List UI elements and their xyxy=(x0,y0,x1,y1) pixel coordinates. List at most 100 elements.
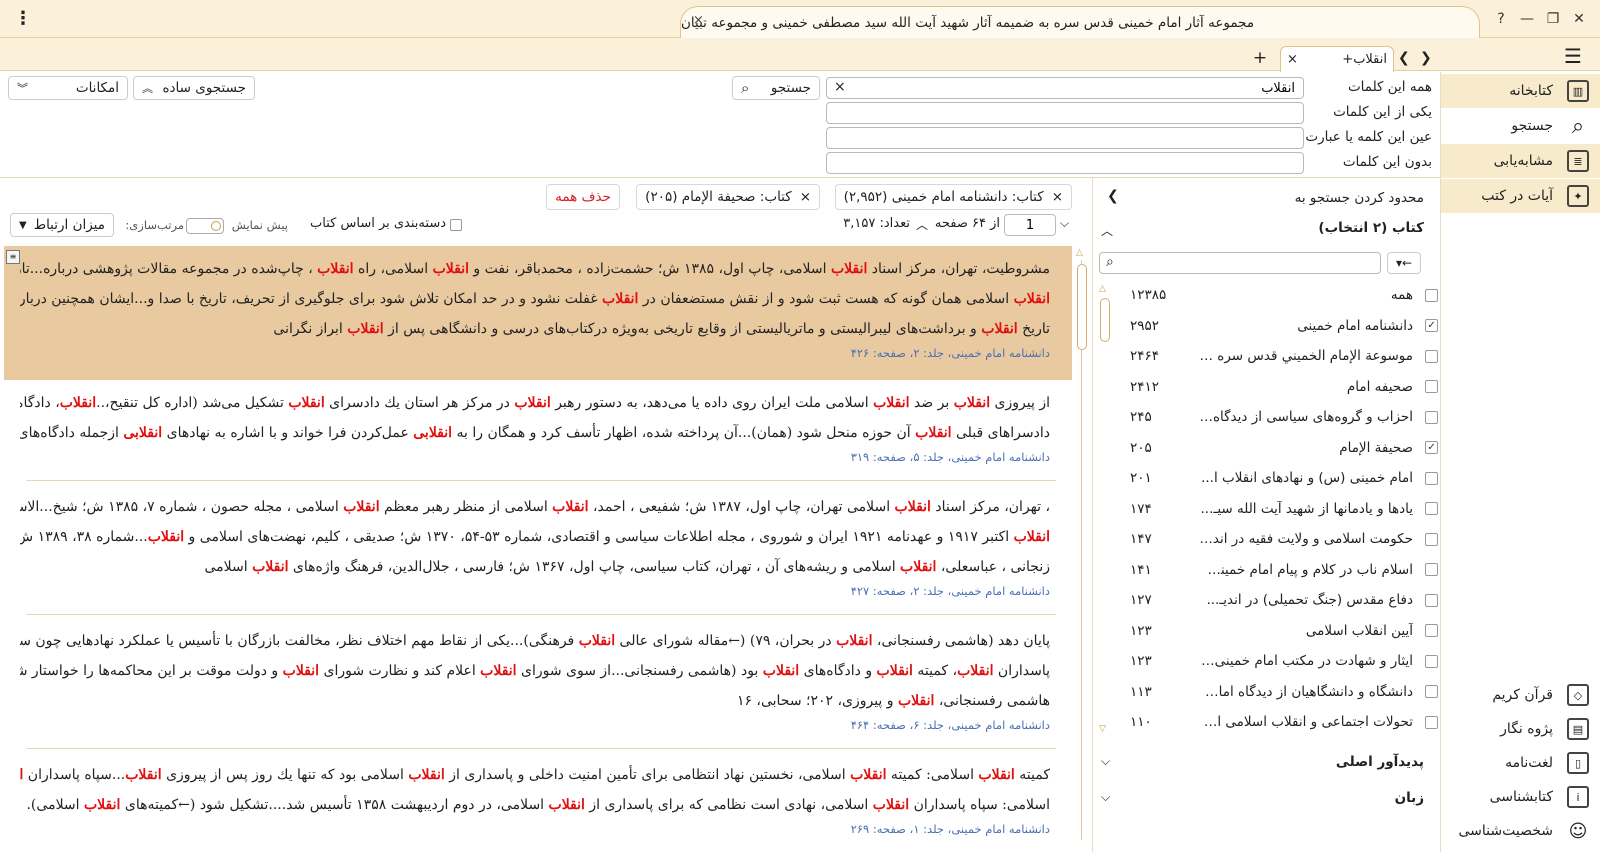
section-expand-icon[interactable]: ⌵ xyxy=(1101,790,1110,805)
options-button[interactable]: ︾ امکانات xyxy=(8,76,128,100)
language-section-title: زبان xyxy=(1394,790,1424,806)
filter-chip-book[interactable]: × کتاب: صحیفة الإمام (۲۰۵) xyxy=(636,184,820,210)
book-filter-checkbox[interactable] xyxy=(1425,532,1438,546)
book-filter-checkbox[interactable] xyxy=(1425,654,1438,668)
sidebar-item-quran[interactable]: قرآن کریم ◇ xyxy=(1441,678,1600,712)
search-button[interactable]: ⌕ جستجو xyxy=(732,76,820,100)
result-source-link[interactable]: دانشنامه امام خمینی، جلد: ۶، صفحه: ۴۶۴ xyxy=(20,716,1050,734)
scroll-up-icon[interactable]: △ xyxy=(1076,248,1083,258)
book-filter-row[interactable]: آیین انقلاب اسلامی ۱۲۳ xyxy=(1108,616,1438,646)
book-filter-checkbox[interactable] xyxy=(1425,502,1438,515)
collapse-panel-icon[interactable]: ❯ xyxy=(1107,188,1119,204)
sidebar-item-label: آیات در کتب xyxy=(1481,188,1553,204)
chip-close-icon[interactable]: × xyxy=(800,189,811,205)
menu-dots-icon[interactable]: ⋮ xyxy=(14,8,32,29)
book-filter-row[interactable]: همه ۱۲۳۸۵ xyxy=(1108,280,1438,310)
section-expand-icon[interactable]: ⌵ xyxy=(1101,754,1110,769)
exact-phrase-input[interactable] xyxy=(826,127,1304,149)
book-filter-row[interactable]: ✓ صحيفة الإمام ۲۰۵ xyxy=(1108,433,1438,463)
result-source-link[interactable]: دانشنامه امام خمینی، جلد: ۵، صفحه: ۳۱۹ xyxy=(20,448,1050,466)
result-text-line: کمیته انقلاب اسلامی: کمیته انقلاب اسلامی… xyxy=(20,760,1050,790)
book-filter-checkbox[interactable] xyxy=(1425,288,1438,302)
tab-search-inqilab[interactable]: × +انقلاب xyxy=(1280,46,1394,72)
result-text: ، کمیته xyxy=(912,663,958,679)
book-filter-row[interactable]: موسوعة الإمام الخميني قدس سره ا... ۲۴۶۴ xyxy=(1108,341,1438,371)
book-filter-checkbox[interactable] xyxy=(1425,593,1438,607)
sort-dropdown[interactable]: ▼ میزان ارتباط xyxy=(10,213,114,237)
minimize-button[interactable]: — xyxy=(1516,8,1538,30)
page-down-icon[interactable]: ⌵ xyxy=(1060,216,1069,231)
results-scrollbar[interactable]: △ xyxy=(1076,248,1088,852)
close-button[interactable]: ✕ xyxy=(1568,8,1590,30)
add-tab-button[interactable]: + xyxy=(1248,48,1272,70)
result-source-link[interactable]: دانشنامه امام خمینی، جلد: ۲، صفحه: ۴۲۶ xyxy=(20,344,1050,362)
book-filter-search[interactable]: ⌕ xyxy=(1099,252,1381,274)
scroll-up-icon[interactable]: △ xyxy=(1099,284,1106,294)
scroll-down-icon[interactable]: ▽ xyxy=(1099,724,1106,734)
book-filter-checkbox[interactable] xyxy=(1425,349,1438,363)
result-source-link[interactable]: دانشنامه امام خمینی، جلد: ۱، صفحه: ۲۶۹ xyxy=(20,820,1050,838)
scrollbar-thumb[interactable] xyxy=(1077,264,1087,350)
hamburger-icon[interactable]: ☰ xyxy=(1564,44,1582,68)
sidebar-item-verses[interactable]: آیات در کتب ✦ xyxy=(1441,179,1600,213)
book-filter-checkbox[interactable] xyxy=(1425,715,1438,729)
result-item[interactable]: مشروطیت، تهران، مرکز اسناد انقلاب اسلامی… xyxy=(0,254,1076,362)
book-filter-checkbox[interactable] xyxy=(1425,685,1438,698)
book-filter-row[interactable]: تحولات اجتماعی و انقلاب اسلامی از ... ۱۱۰ xyxy=(1108,707,1438,737)
tab-close-icon[interactable]: × xyxy=(1287,52,1298,67)
book-filter-row[interactable]: اسلام ناب در کلام و پیام امام خمینی... ۱۴… xyxy=(1108,555,1438,585)
simple-search-toggle[interactable]: ︽ جستجوی ساده xyxy=(133,76,255,100)
sidebar-item-persons[interactable]: شخصیت‌شناسی ☺ xyxy=(1441,814,1600,848)
delete-all-filters-button[interactable]: حذف همه xyxy=(546,184,620,210)
book-filter-row[interactable]: دفاع مقدس (جنگ تحمیلی) در اندیـ... ۱۲۷ xyxy=(1108,585,1438,615)
results-list: ≡ مشروطیت، تهران، مرکز اسناد انقلاب اسلا… xyxy=(0,244,1076,852)
sidebar-item-bibliography[interactable]: کتابشناسی i xyxy=(1441,780,1600,814)
clear-input-icon[interactable]: × xyxy=(834,79,846,95)
book-filter-row[interactable]: صحیفه امام ۲۴۱۲ xyxy=(1108,372,1438,402)
preview-toggle[interactable] xyxy=(186,218,224,234)
chip-close-icon[interactable]: × xyxy=(1052,189,1063,205)
sidebar-item-research-notes[interactable]: پژوه نگار ▤ xyxy=(1441,712,1600,746)
section-collapse-icon[interactable]: ︿ xyxy=(1101,222,1113,239)
book-filter-checkbox[interactable] xyxy=(1425,624,1438,637)
maximize-button[interactable]: ❐ xyxy=(1542,8,1564,30)
sidebar-item-search[interactable]: جستجو ⌕ xyxy=(1441,109,1600,143)
help-button[interactable]: ? xyxy=(1490,8,1512,30)
result-item[interactable]: پایان دهد (هاشمی رفسنجانی، انقلاب در بحر… xyxy=(0,626,1076,734)
sidebar-item-similar[interactable]: مشابه‌یابی ≣ xyxy=(1441,144,1600,178)
book-filter-checkbox[interactable]: ✓ xyxy=(1425,441,1438,454)
result-item[interactable]: از پیروزی انقلاب بر ضد انقلاب اسلامی ملت… xyxy=(0,388,1076,466)
any-words-input[interactable] xyxy=(826,102,1304,124)
highlighted-term: انقلاب xyxy=(552,499,589,515)
book-filter-checkbox[interactable] xyxy=(1425,410,1438,424)
book-filter-checkbox[interactable] xyxy=(1425,471,1438,485)
book-filter-checkbox[interactable] xyxy=(1425,563,1438,576)
result-source-link[interactable]: دانشنامه امام خمینی، جلد: ۲، صفحه: ۴۲۷ xyxy=(20,582,1050,600)
without-words-input[interactable] xyxy=(826,152,1304,174)
book-filter-checkbox[interactable]: ✓ xyxy=(1425,319,1438,332)
book-filter-checkbox[interactable] xyxy=(1425,380,1438,393)
book-filter-row[interactable]: احزاب و گروه‌های سیاسی از دیدگاه ا... ۲۴۵ xyxy=(1108,402,1438,432)
book-filter-row[interactable]: امام خمینی (س) و نهادهای انقلاب ا... ۲۰۱ xyxy=(1108,463,1438,493)
book-filter-row[interactable]: دانشگاه و دانشگاهیان از دیدگاه امام... ۱۱… xyxy=(1108,677,1438,707)
book-filter-row[interactable]: حکومت اسلامی و ولایت فقیه در اندیـ... ۱۴۷ xyxy=(1108,524,1438,554)
result-item[interactable]: کمیته انقلاب اسلامی: کمیته انقلاب اسلامی… xyxy=(0,760,1076,838)
sidebar-item-dictionary[interactable]: لغت‌نامه ▯ xyxy=(1441,746,1600,780)
sidebar-item-library[interactable]: کتابخانه ▥ xyxy=(1441,74,1600,108)
filter-sort-button[interactable]: ←▾ xyxy=(1387,252,1421,274)
highlighted-term: انقلاب xyxy=(578,633,616,649)
filter-chip-book[interactable]: × کتاب: دانشنامه امام خمینی (۲,۹۵۲) xyxy=(834,184,1072,210)
simple-search-label: جستجوی ساده xyxy=(162,80,246,96)
tab-prev-icon[interactable]: ❮ xyxy=(1398,50,1410,66)
all-words-input[interactable] xyxy=(826,77,1304,99)
title-tab-close-icon[interactable]: × xyxy=(693,13,704,28)
library-icon: ▥ xyxy=(1567,80,1589,102)
result-item[interactable]: ، تهران، مرکز اسناد انقلاب اسلامی تهران،… xyxy=(0,492,1076,600)
book-filter-row[interactable]: ایثار و شهادت در مکتب امام خمینی ... ۱۲۳ xyxy=(1108,646,1438,676)
page-up-icon[interactable]: ︿ xyxy=(916,216,928,233)
group-by-book-checkbox[interactable] xyxy=(450,219,462,231)
page-number-input[interactable] xyxy=(1004,214,1056,236)
tab-next-icon[interactable]: ❯ xyxy=(1420,50,1432,66)
book-filter-row[interactable]: ✓ دانشنامه امام خمینی ۲۹۵۲ xyxy=(1108,311,1438,341)
book-filter-row[interactable]: یادها و یادمانها از شهید آیت الله سیـ...… xyxy=(1108,494,1438,524)
